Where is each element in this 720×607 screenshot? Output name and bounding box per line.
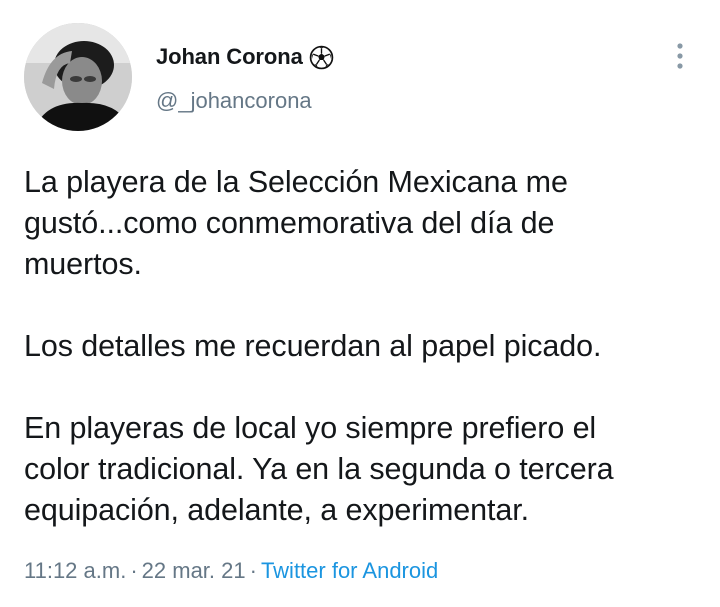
tweet-paragraph-2: Los detalles me recuerdan al papel picad… — [24, 326, 704, 367]
author-display-name[interactable]: Johan Corona — [156, 44, 303, 70]
tweet-source-link[interactable]: Twitter for Android — [261, 558, 438, 583]
avatar[interactable] — [24, 23, 132, 131]
tweet-line: color tradicional. Ya en la segunda o te… — [24, 452, 614, 486]
more-vertical-icon[interactable] — [668, 40, 692, 72]
tweet-line: La playera de la Selección Mexicana me — [24, 165, 568, 199]
tweet-line: Los detalles me recuerdan al papel picad… — [24, 329, 602, 363]
tweet-text: La playera de la Selección Mexicana me g… — [24, 162, 704, 531]
tweet-meta: 11:12 a.m. · 22 mar. 21 · Twitter for Androi… — [24, 558, 438, 584]
tweet-date[interactable]: 22 mar. 21 — [142, 558, 246, 583]
tweet-line: muertos. — [24, 247, 142, 281]
tweet-line: En playeras de local yo siempre prefiero… — [24, 411, 597, 445]
author-name-row[interactable]: Johan Corona — [156, 40, 334, 74]
tweet-line: gustó...como conmemorativa del día de — [24, 206, 555, 240]
meta-separator: · — [130, 558, 138, 583]
author-handle[interactable]: @_johancorona — [156, 88, 312, 114]
tweet-time[interactable]: 11:12 a.m. — [24, 558, 126, 583]
avatar-photo — [24, 23, 132, 131]
tweet-paragraph-3: En playeras de local yo siempre prefiero… — [24, 408, 704, 531]
tweet-card: Johan Corona @_johancorona La playera de… — [0, 0, 720, 607]
soccer-ball-icon — [309, 45, 334, 70]
meta-separator: · — [249, 558, 257, 583]
tweet-line: equipación, adelante, a experimentar. — [24, 493, 529, 527]
tweet-paragraph-1: La playera de la Selección Mexicana me g… — [24, 162, 704, 285]
